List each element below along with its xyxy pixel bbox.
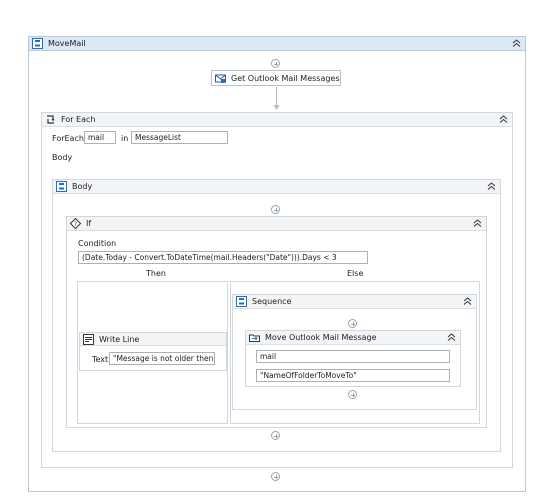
add-activity-icon[interactable] xyxy=(271,205,280,214)
foreach-title: For Each xyxy=(61,115,96,124)
move-outlook-title: Move Outlook Mail Message xyxy=(265,333,377,342)
movemail-header[interactable]: MoveMail xyxy=(29,37,525,51)
mail-get-icon xyxy=(215,73,226,84)
foreach-header[interactable]: For Each xyxy=(42,113,512,127)
arrow-down-icon xyxy=(273,87,280,113)
add-activity-icon[interactable] xyxy=(271,59,280,68)
svg-text:?: ? xyxy=(74,221,77,228)
condition-label: Condition xyxy=(78,239,117,248)
sequence-title: Sequence xyxy=(252,297,292,306)
move-folder-input[interactable]: "NameOfFolderToMoveTo" xyxy=(256,369,450,382)
sequence-icon xyxy=(56,181,67,192)
foreach-list-input[interactable]: MessageList xyxy=(131,131,228,144)
folder-move-icon xyxy=(249,332,260,343)
if-header[interactable]: ? If xyxy=(67,217,486,231)
collapse-icon[interactable] xyxy=(473,219,482,228)
movemail-title: MoveMail xyxy=(48,39,86,48)
foreach-in-label: in xyxy=(121,134,129,143)
foreach-item-input[interactable]: mail xyxy=(84,131,116,144)
collapse-icon[interactable] xyxy=(487,182,496,191)
if-title: If xyxy=(86,219,92,228)
else-label: Else xyxy=(347,269,364,278)
add-activity-icon[interactable] xyxy=(271,472,280,481)
move-mail-input[interactable]: mail xyxy=(256,350,450,363)
writeline-header[interactable]: Write Line xyxy=(80,333,226,346)
move-outlook-header[interactable]: Move Outlook Mail Message xyxy=(246,331,460,345)
body-header[interactable]: Body xyxy=(53,180,500,194)
collapse-icon[interactable] xyxy=(447,333,456,342)
condition-input[interactable]: (Date.Today - Convert.ToDateTime(mail.He… xyxy=(78,251,368,264)
foreach-label: ForEach xyxy=(52,134,84,143)
sequence-icon xyxy=(32,38,43,49)
writeline-title: Write Line xyxy=(99,334,140,344)
foreach-icon xyxy=(45,114,56,125)
collapse-icon[interactable] xyxy=(499,115,508,124)
then-label: Then xyxy=(146,269,166,278)
writeline-text-input[interactable]: "Message is not older then 3 xyxy=(109,352,215,365)
foreach-body-label: Body xyxy=(52,153,73,162)
add-activity-icon[interactable] xyxy=(271,431,280,440)
sequence-header[interactable]: Sequence xyxy=(233,295,476,309)
writeline-icon xyxy=(83,333,94,345)
if-icon: ? xyxy=(69,217,82,230)
add-activity-icon[interactable] xyxy=(348,319,357,328)
body-title: Body xyxy=(72,182,93,191)
collapse-icon[interactable] xyxy=(512,39,521,48)
get-outlook-title: Get Outlook Mail Messages xyxy=(231,74,340,83)
get-outlook-mail-activity[interactable]: Get Outlook Mail Messages xyxy=(211,70,341,86)
add-activity-icon[interactable] xyxy=(348,390,357,399)
sequence-icon xyxy=(236,296,247,307)
collapse-icon[interactable] xyxy=(463,297,472,306)
writeline-text-label: Text xyxy=(92,355,109,364)
